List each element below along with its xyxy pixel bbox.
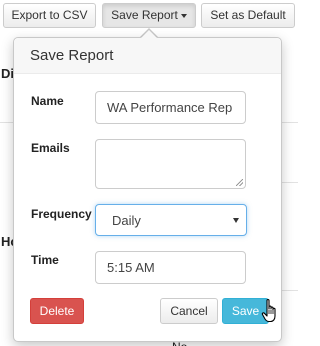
frequency-selected-value: Daily xyxy=(112,213,141,228)
set-as-default-button[interactable]: Set as Default xyxy=(201,3,295,28)
background-divider xyxy=(282,182,298,183)
delete-label: Delete xyxy=(39,304,75,318)
background-divider xyxy=(282,122,298,123)
save-label: Save xyxy=(231,304,260,318)
time-label: Time xyxy=(31,253,59,267)
save-report-label: Save Report xyxy=(111,8,178,22)
background-divider xyxy=(282,290,298,291)
cancel-label: Cancel xyxy=(170,304,208,318)
textarea-resize-handle[interactable] xyxy=(236,179,243,186)
report-name-input[interactable]: WA Performance Rep xyxy=(95,91,246,124)
select-caret-icon xyxy=(233,218,239,223)
export-csv-label: Export to CSV xyxy=(11,8,88,22)
set-as-default-label: Set as Default xyxy=(210,8,286,22)
frequency-label: Frequency xyxy=(31,207,92,221)
background-divider xyxy=(0,122,13,123)
emails-label: Emails xyxy=(31,141,70,155)
delete-button[interactable]: Delete xyxy=(30,298,84,324)
popover-header: Save Report xyxy=(14,38,281,74)
popover-title: Save Report xyxy=(30,47,114,64)
popover-arrow-fill xyxy=(141,30,157,38)
save-report-popover: Save Report Name WA Performance Rep Emai… xyxy=(13,37,282,342)
emails-textarea[interactable] xyxy=(95,139,246,189)
caret-down-icon xyxy=(180,13,187,18)
save-report-dropdown-button[interactable]: Save Report xyxy=(102,3,196,28)
name-label: Name xyxy=(31,94,64,108)
frequency-select[interactable]: Daily xyxy=(95,204,247,236)
time-input[interactable]: 5:15 AM xyxy=(95,251,246,284)
export-csv-button[interactable]: Export to CSV xyxy=(3,3,96,28)
cancel-button[interactable]: Cancel xyxy=(160,298,218,324)
hand-pointer-cursor-icon xyxy=(261,299,276,323)
